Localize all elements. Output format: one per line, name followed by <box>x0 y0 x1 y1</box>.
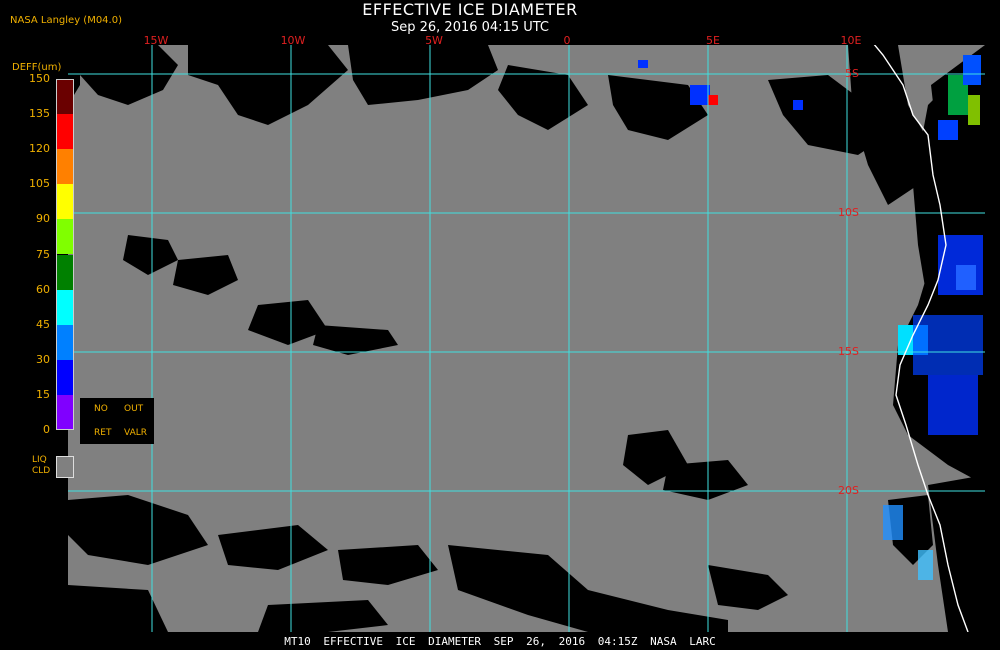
lon-label-0: 0 <box>563 34 571 47</box>
valr-label: VALR <box>124 428 148 438</box>
footer-caption: MT10 EFFECTIVE ICE DIAMETER SEP 26, 2016… <box>284 635 716 648</box>
colorbar-tick-label: 75 <box>36 247 50 261</box>
no-label: NO <box>94 404 108 414</box>
colorbar-tick-label: 15 <box>36 387 50 401</box>
colorbar-tick-label: 90 <box>36 212 50 226</box>
colorbar-tick-label: 30 <box>36 352 50 366</box>
liq-label: LIQ <box>32 455 47 465</box>
out-label: OUT <box>124 404 144 414</box>
lat-label-10s: 10S <box>838 206 859 219</box>
no-retrieval-legend: NO OUT RET VALR <box>80 398 154 444</box>
ret-label: RET <box>94 428 112 438</box>
colorbar-tick-label: 0 <box>43 423 50 436</box>
lon-label-10e: 10E <box>840 34 862 47</box>
lon-label-15w: 15W <box>143 34 169 47</box>
colorbar-frame <box>56 79 74 430</box>
colorbar-tick-label: 60 <box>36 282 50 296</box>
lat-label-5s: 5S <box>845 67 859 80</box>
cld-label: CLD <box>32 466 51 476</box>
map-title: EFFECTIVE ICE DIAMETER <box>362 0 578 19</box>
colorbar-tick-label: 45 <box>36 317 50 331</box>
lon-label-10w: 10W <box>280 34 306 47</box>
liquid-cloud-swatch <box>56 456 74 478</box>
colorbar-tick-label: 120 <box>29 142 50 156</box>
lon-label-5w: 5W <box>425 34 443 47</box>
lon-label-5e: 5E <box>706 34 720 47</box>
lat-label-15s: 15S <box>838 345 859 358</box>
map-subtitle: Sep 26, 2016 04:15 UTC <box>390 20 550 35</box>
colorbar-tick-label: 150 <box>29 72 50 85</box>
colorbar-tick-label: 105 <box>29 177 50 191</box>
lat-label-20s: 20S <box>838 484 859 497</box>
satellite-map <box>68 45 985 632</box>
colorbar-tick-label: 135 <box>29 107 50 121</box>
